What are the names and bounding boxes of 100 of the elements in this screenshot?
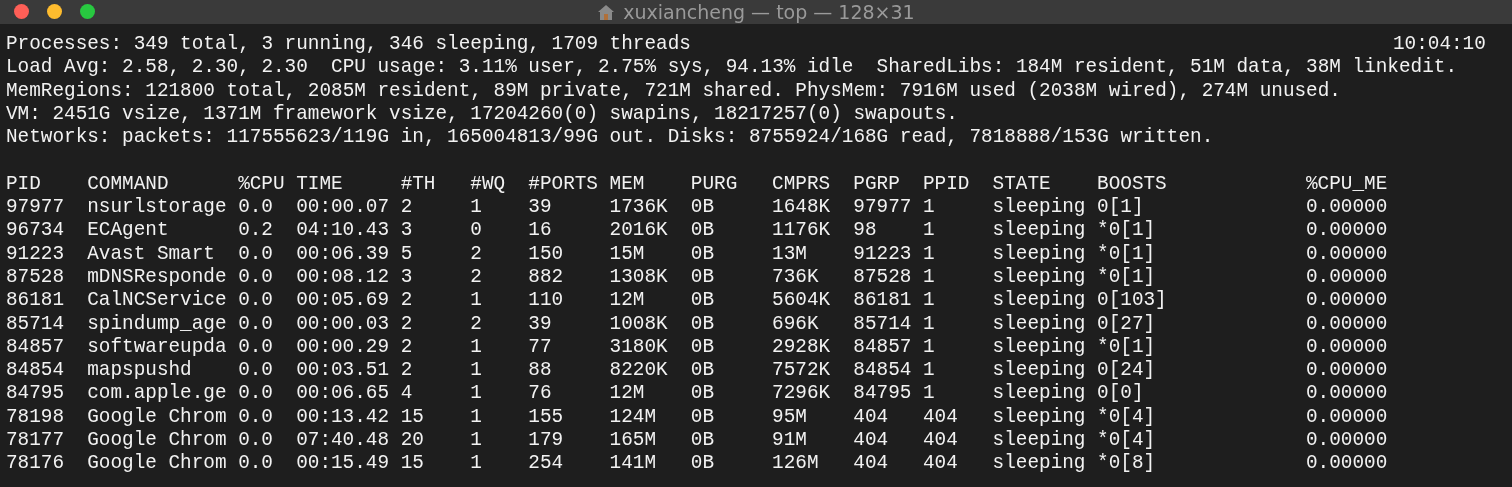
table-cell-text: Avast Smart xyxy=(87,242,216,266)
table-cell-text: spindump_age xyxy=(87,312,228,336)
table-cell-text: 0.0 xyxy=(238,289,274,313)
table-cell-text: 254 xyxy=(528,452,565,476)
table-cell-text: 404 xyxy=(922,452,959,476)
table-cell-text: 2016K xyxy=(609,219,669,243)
table-cell-text: 5 xyxy=(400,242,414,266)
table-cell-text: 85714 xyxy=(853,312,913,336)
table-cell-text: 0B xyxy=(690,452,716,476)
table-cell-text: 2 xyxy=(400,289,414,313)
table-cell-text: 15 xyxy=(400,405,425,430)
table-cell-text: 0.00000 xyxy=(1306,265,1389,290)
table-cell-text: 0.0 xyxy=(238,242,274,266)
table-cell-text: CalNCService xyxy=(87,289,228,313)
summary-line: Processes: 349 total, 3 running, 346 sleeping, 1709 threads xyxy=(6,33,691,57)
table-cell-text: sleeping xyxy=(992,196,1087,220)
table-cell-text: 0.00000 xyxy=(1306,196,1389,220)
summary-line: Load Avg: 2.58, 2.30, 2.30 CPU usage: 3.11% user, 2.75% sys, 94.13% idle SharedLibs: 184M resident, 51M data, 38M linkedit. xyxy=(6,56,1458,80)
table-cell-text: 04:10.43 xyxy=(296,219,391,243)
table-cell-text: 1736K xyxy=(609,196,669,220)
table-cell-text: 0.00000 xyxy=(1306,312,1389,336)
table-cell-text: 1308K xyxy=(609,265,669,290)
table-cell-text: 696K xyxy=(772,312,820,336)
table-cell-text: 3 xyxy=(400,265,414,290)
column-header: PID xyxy=(6,172,42,197)
table-cell-text: 85714 xyxy=(6,312,66,336)
table-cell-text: *0[1] xyxy=(1097,219,1157,243)
table-cell-text: 12M xyxy=(609,289,646,313)
table-cell-text: 0[27] xyxy=(1097,312,1157,336)
table-cell-text: ECAgent xyxy=(87,219,170,243)
table-cell-text: 00:00.07 xyxy=(296,196,391,220)
table-cell-text: 0.00000 xyxy=(1306,382,1389,406)
table-cell-text: 00:15.49 xyxy=(296,452,391,476)
table-cell-text: *0[4] xyxy=(1097,429,1157,453)
column-header: COMMAND xyxy=(87,172,170,197)
table-cell-text: 91223 xyxy=(853,242,913,266)
table-cell-text: nsurlstorage xyxy=(87,196,228,220)
table-cell-text: 00:00.03 xyxy=(296,312,391,336)
table-cell-text: 98 xyxy=(853,219,878,243)
table-cell-text: 1 xyxy=(470,289,483,313)
table-cell-text: 0B xyxy=(690,242,716,266)
table-cell-text: 0.00000 xyxy=(1306,359,1389,383)
column-header: PPID xyxy=(922,172,971,197)
table-cell-text: 150 xyxy=(528,242,565,266)
table-cell-text: 404 xyxy=(853,429,890,453)
table-cell-text: 0.00000 xyxy=(1306,429,1389,453)
table-cell-text: 2 xyxy=(470,312,483,336)
table-cell-text: 84795 xyxy=(853,382,913,406)
table-cell-text: 2 xyxy=(470,265,483,290)
table-cell-text: *0[4] xyxy=(1097,405,1157,430)
table-cell-text: *0[1] xyxy=(1097,265,1157,290)
table-cell-text: *0[1] xyxy=(1097,242,1157,266)
table-cell-text: mapspushd xyxy=(87,359,193,383)
summary-line: MemRegions: 121800 total, 2085M resident, 89M private, 721M shared. PhysMem: 7916M used (2038M wired), 274M unused. xyxy=(6,79,1341,103)
close-button[interactable] xyxy=(14,4,29,19)
table-cell-text: 404 xyxy=(853,405,890,430)
table-cell-text: 97977 xyxy=(853,196,913,220)
table-cell-text: 78198 xyxy=(6,405,66,430)
table-cell-text: 0[24] xyxy=(1097,359,1157,383)
table-cell-text: sleeping xyxy=(992,289,1087,313)
table-cell-text: sleeping xyxy=(992,335,1087,360)
table-cell-text: 07:40.48 xyxy=(296,429,391,453)
clock-time: 10:04:10 xyxy=(1392,33,1486,57)
zoom-button[interactable] xyxy=(80,4,95,19)
minimize-button[interactable] xyxy=(47,4,62,19)
table-cell-text: 0.00000 xyxy=(1306,289,1389,313)
table-cell-text: 13M xyxy=(772,242,808,266)
table-cell-text: 155 xyxy=(528,405,565,430)
table-cell-text: 0B xyxy=(690,359,716,383)
table-cell-text: 84795 xyxy=(6,382,66,406)
table-cell-text: 95M xyxy=(772,405,808,430)
table-cell-text: 20 xyxy=(400,429,425,453)
table-cell-text: Google Chrom xyxy=(87,429,228,453)
table-cell-text: 97977 xyxy=(6,196,66,220)
column-header: STATE xyxy=(992,172,1052,197)
table-cell-text: 15M xyxy=(609,242,646,266)
table-cell-text: 0[1] xyxy=(1097,196,1145,220)
table-cell-text: 3 xyxy=(400,219,414,243)
summary-line: VM: 2451G vsize, 1371M framework vsize, 17204260(0) swapins, 18217257(0) swapouts. xyxy=(6,102,958,127)
table-cell-text: 404 xyxy=(922,429,959,453)
table-cell-text: 1 xyxy=(470,196,483,220)
table-cell-text: 0.00000 xyxy=(1306,405,1389,430)
table-cell-text: sleeping xyxy=(992,242,1087,266)
table-cell-text: 165M xyxy=(609,429,657,453)
table-cell-text: 0B xyxy=(690,196,716,220)
table-cell-text: 87528 xyxy=(853,265,913,290)
column-header: %CPU_ME xyxy=(1306,172,1389,197)
table-cell-text: 0B xyxy=(690,289,716,313)
table-cell-text: 124M xyxy=(609,405,657,430)
table-cell-text: 78177 xyxy=(6,429,66,453)
table-cell-text: 0.2 xyxy=(238,219,274,243)
table-cell-text: 00:06.65 xyxy=(296,382,391,406)
table-cell-text: 1 xyxy=(922,312,936,336)
column-header: TIME xyxy=(296,172,344,197)
window-title: xuxiancheng — top — 128×31 xyxy=(623,0,915,24)
table-cell-text: 0.0 xyxy=(238,196,274,220)
table-cell-text: 1 xyxy=(922,359,936,383)
table-cell-text: 76 xyxy=(528,382,553,406)
table-cell-text: 0.00000 xyxy=(1306,242,1389,266)
table-cell-text: 2928K xyxy=(772,335,832,360)
